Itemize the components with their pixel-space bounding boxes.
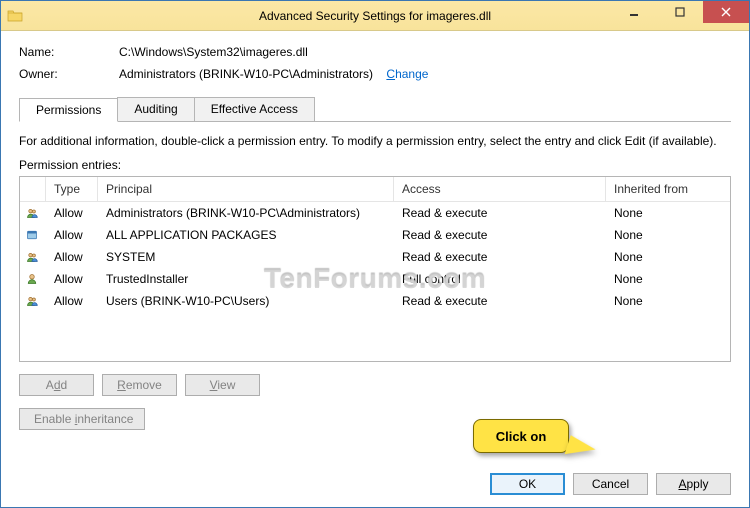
cell-type: Allow	[46, 227, 98, 243]
cell-inherited: None	[606, 293, 730, 309]
security-settings-window: Advanced Security Settings for imageres.…	[0, 0, 750, 508]
ok-button[interactable]: OK	[490, 473, 565, 495]
cell-inherited: None	[606, 271, 730, 287]
principal-icon	[20, 248, 46, 266]
permission-table: Type Principal Access Inherited from All…	[19, 176, 731, 362]
client-area: Name: C:\Windows\System32\imageres.dll O…	[1, 31, 749, 507]
cell-type: Allow	[46, 271, 98, 287]
owner-value: Administrators (BRINK-W10-PC\Administrat…	[119, 67, 428, 81]
col-inherited[interactable]: Inherited from	[606, 177, 730, 201]
inheritance-row: Enable inheritance	[19, 408, 731, 430]
minimize-button[interactable]	[611, 1, 657, 23]
titlebar: Advanced Security Settings for imageres.…	[1, 1, 749, 31]
cell-principal: Administrators (BRINK-W10-PC\Administrat…	[98, 205, 394, 221]
tabs: Permissions Auditing Effective Access	[19, 97, 731, 122]
table-row[interactable]: AllowAdministrators (BRINK-W10-PC\Admini…	[20, 202, 730, 224]
table-row[interactable]: AllowALL APPLICATION PACKAGESRead & exec…	[20, 224, 730, 246]
tab-effective-access[interactable]: Effective Access	[194, 97, 315, 121]
cell-access: Read & execute	[394, 249, 606, 265]
col-type[interactable]: Type	[46, 177, 98, 201]
cell-access: Read & execute	[394, 205, 606, 221]
permission-table-header: Type Principal Access Inherited from	[20, 177, 730, 202]
cell-type: Allow	[46, 249, 98, 265]
principal-icon	[20, 226, 46, 244]
permission-table-body: AllowAdministrators (BRINK-W10-PC\Admini…	[20, 202, 730, 312]
cell-principal: SYSTEM	[98, 249, 394, 265]
cell-principal: Users (BRINK-W10-PC\Users)	[98, 293, 394, 309]
callout-bubble: Click on	[473, 419, 569, 453]
permission-entries-label: Permission entries:	[19, 158, 731, 172]
info-text: For additional information, double-click…	[19, 134, 731, 148]
cancel-button[interactable]: Cancel	[573, 473, 648, 495]
owner-text: Administrators (BRINK-W10-PC\Administrat…	[119, 67, 373, 81]
owner-label: Owner:	[19, 67, 119, 81]
name-row: Name: C:\Windows\System32\imageres.dll	[19, 45, 731, 59]
col-spacer[interactable]	[20, 177, 46, 201]
table-row[interactable]: AllowTrustedInstallerFull controlNone	[20, 268, 730, 290]
principal-icon	[20, 204, 46, 222]
remove-button[interactable]: Remove	[102, 374, 177, 396]
dialog-footer: OK Cancel Apply	[19, 463, 731, 495]
enable-inheritance-button[interactable]: Enable inheritance	[19, 408, 145, 430]
change-link-rest: hange	[395, 67, 428, 81]
col-access[interactable]: Access	[394, 177, 606, 201]
cell-type: Allow	[46, 205, 98, 221]
change-owner-link[interactable]: Change	[386, 67, 428, 81]
cell-access: Read & execute	[394, 293, 606, 309]
apply-button[interactable]: Apply	[656, 473, 731, 495]
add-button[interactable]: Add	[19, 374, 94, 396]
table-row[interactable]: AllowSYSTEMRead & executeNone	[20, 246, 730, 268]
tab-permissions[interactable]: Permissions	[19, 98, 118, 122]
cell-access: Read & execute	[394, 227, 606, 243]
cell-type: Allow	[46, 293, 98, 309]
col-principal[interactable]: Principal	[98, 177, 394, 201]
cell-inherited: None	[606, 249, 730, 265]
principal-icon	[20, 270, 46, 288]
table-row[interactable]: AllowUsers (BRINK-W10-PC\Users)Read & ex…	[20, 290, 730, 312]
entry-buttons: Add Remove View	[19, 374, 731, 396]
maximize-button[interactable]	[657, 1, 703, 23]
tab-auditing[interactable]: Auditing	[117, 97, 194, 121]
cell-inherited: None	[606, 205, 730, 221]
principal-icon	[20, 292, 46, 310]
cell-inherited: None	[606, 227, 730, 243]
folder-icon	[7, 8, 23, 24]
cell-principal: ALL APPLICATION PACKAGES	[98, 227, 394, 243]
cell-access: Full control	[394, 271, 606, 287]
owner-row: Owner: Administrators (BRINK-W10-PC\Admi…	[19, 67, 731, 81]
cell-principal: TrustedInstaller	[98, 271, 394, 287]
name-label: Name:	[19, 45, 119, 59]
view-button[interactable]: View	[185, 374, 260, 396]
close-button[interactable]	[703, 1, 749, 23]
name-value: C:\Windows\System32\imageres.dll	[119, 45, 308, 59]
window-controls	[611, 1, 749, 30]
